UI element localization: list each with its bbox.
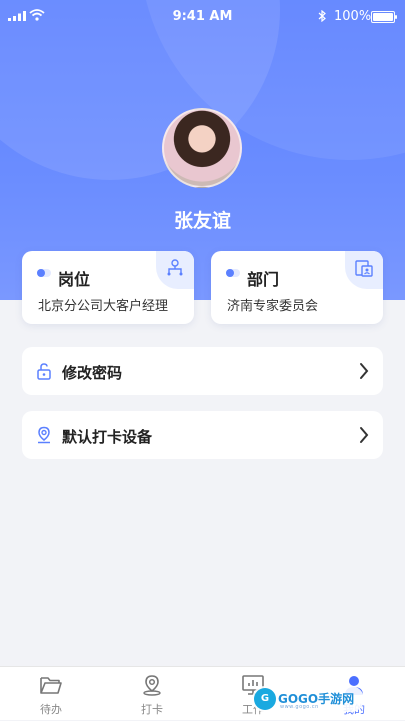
tab-todo-label: 待办 [40, 703, 62, 716]
change-password-row[interactable]: 修改密码 [22, 347, 383, 395]
status-bar: 9:41 AM 100% [0, 0, 405, 34]
department-card: 部门 济南专家委员会 [211, 251, 383, 324]
position-card-title: 岗位 [58, 270, 91, 289]
folder-icon [40, 677, 62, 694]
location-icon [143, 675, 161, 696]
lock-icon [37, 363, 51, 380]
department-card-value: 济南专家委员会 [227, 299, 319, 314]
department-card-title: 部门 [247, 270, 280, 289]
watermark: G GOGO手游网 www.gogo.cn [252, 686, 364, 712]
battery-percentage: 100% [334, 9, 372, 24]
org-icon [156, 251, 194, 289]
watermark-subtext: www.gogo.cn [280, 704, 319, 710]
user-name: 张友谊 [173, 210, 231, 232]
toggle-icon [226, 269, 240, 277]
position-card: 岗位 北京分公司大客户经理 [22, 251, 194, 324]
bluetooth-icon [318, 10, 326, 22]
default-checkin-device-row[interactable]: 默认打卡设备 [22, 411, 383, 459]
avatar[interactable] [162, 108, 242, 188]
watermark-logo: G [254, 688, 276, 710]
position-card-value: 北京分公司大客户经理 [38, 299, 169, 314]
chevron-right-icon [360, 427, 369, 443]
tab-checkin[interactable]: 打卡 [122, 667, 182, 721]
toggle-icon [37, 269, 51, 277]
department-icon [345, 251, 383, 289]
chevron-right-icon [360, 363, 369, 379]
battery-icon [371, 11, 397, 23]
change-password-label: 修改密码 [62, 364, 123, 382]
tab-checkin-label: 打卡 [141, 703, 163, 716]
location-pin-icon [38, 426, 50, 444]
default-checkin-device-label: 默认打卡设备 [62, 428, 153, 446]
tab-todo[interactable]: 待办 [21, 667, 81, 721]
